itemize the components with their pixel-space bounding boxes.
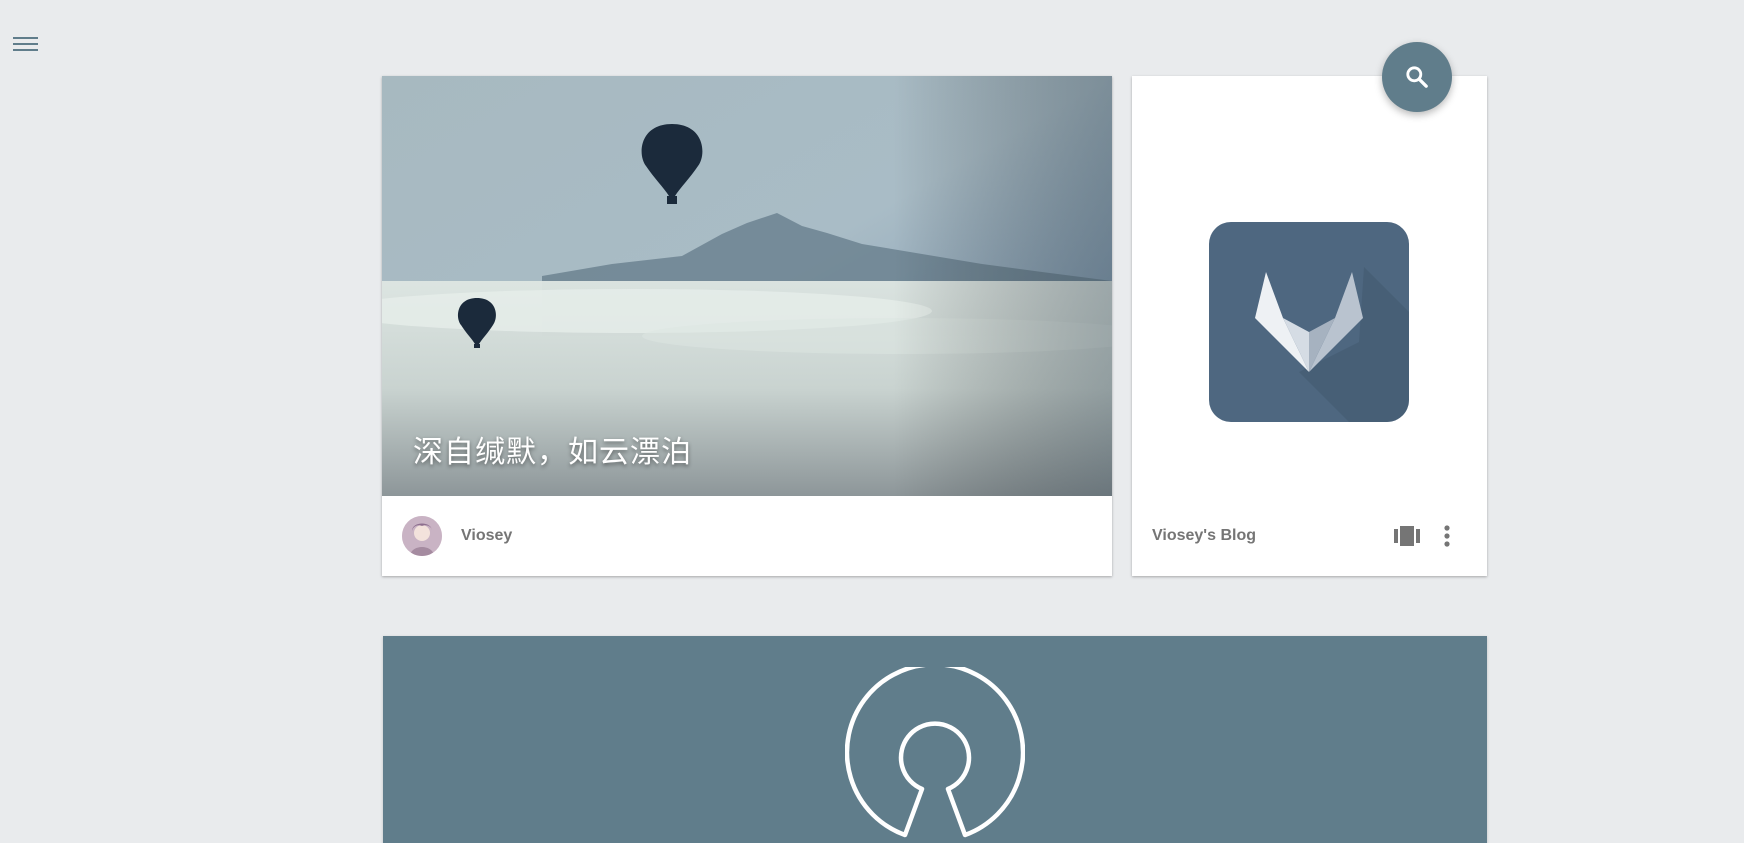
- open-source-initiative-logo: [845, 667, 1025, 838]
- search-button[interactable]: [1382, 42, 1452, 112]
- author-avatar[interactable]: [402, 516, 442, 556]
- post-title[interactable]: 深自缄默，如云漂泊: [413, 427, 692, 471]
- blog-card-footer: Viosey's Blog: [1132, 496, 1487, 576]
- post-card[interactable]: 深自缄默，如云漂泊 Viosey: [382, 76, 1112, 576]
- slideshow-icon[interactable]: [1389, 518, 1425, 554]
- blog-card[interactable]: Viosey's Blog: [1132, 76, 1487, 576]
- author-name[interactable]: Viosey: [461, 527, 512, 545]
- page: 深自缄默，如云漂泊 Viosey Viosey's Blog: [0, 0, 1744, 843]
- post-card-footer: Viosey: [382, 496, 1112, 576]
- more-vert-icon[interactable]: [1429, 518, 1465, 554]
- open-source-banner[interactable]: [383, 636, 1487, 843]
- search-icon: [1406, 66, 1428, 88]
- hamburger-menu-icon[interactable]: [8, 32, 42, 58]
- blog-name[interactable]: Viosey's Blog: [1152, 527, 1389, 545]
- gitlab-fox-logo: [1209, 222, 1409, 422]
- post-cover-image[interactable]: 深自缄默，如云漂泊: [382, 76, 1112, 496]
